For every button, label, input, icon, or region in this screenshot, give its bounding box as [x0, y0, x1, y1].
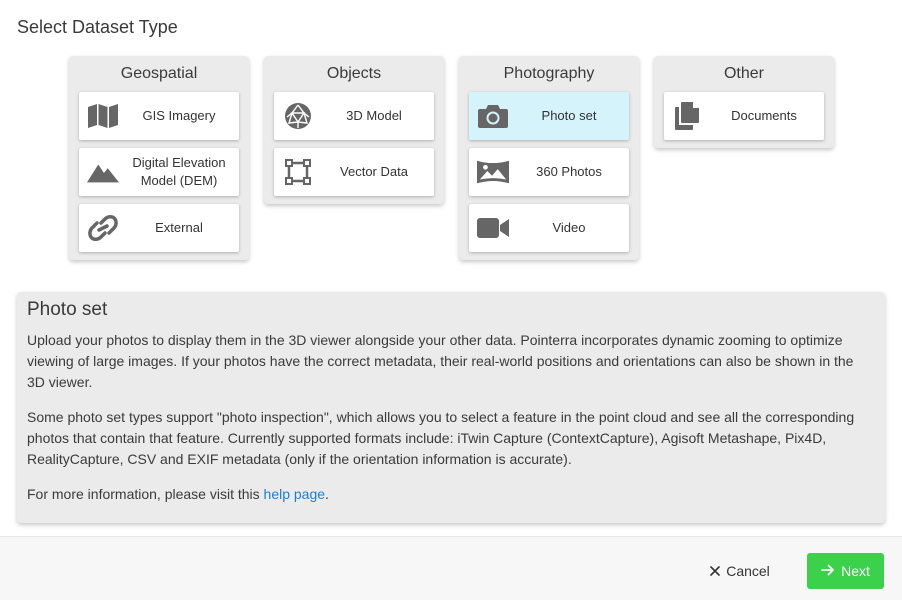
tile-label: Video — [552, 220, 586, 235]
map-icon — [87, 101, 119, 131]
tile-label: Digital Elevation Model (DEM) — [132, 155, 226, 188]
tile-3d-model[interactable]: 3D Model — [274, 92, 434, 140]
more-info-suffix: . — [325, 486, 329, 502]
tile-label: External — [155, 220, 203, 235]
vector-square-icon — [282, 157, 314, 187]
category-objects: Objects 3D Model Vector Data — [264, 56, 444, 204]
tile-label: Vector Data — [340, 164, 408, 179]
category-photography: Photography Photo set 360 Photos Video — [459, 56, 639, 260]
category-title: Photography — [503, 65, 595, 82]
close-icon — [710, 563, 721, 579]
copy-documents-icon — [672, 101, 704, 131]
mountain-icon — [87, 157, 119, 187]
tile-label: Documents — [731, 108, 797, 123]
category-title: Other — [723, 65, 764, 82]
next-button[interactable]: Next — [807, 553, 884, 589]
tile-photo-set[interactable]: Photo set — [469, 92, 629, 140]
description-paragraph: Some photo set types support "photo insp… — [27, 409, 855, 467]
tile-label: 3D Model — [346, 108, 402, 123]
tile-vector-data[interactable]: Vector Data — [274, 148, 434, 196]
dataset-type-dialog: Select Dataset Type Geospatial GIS Image… — [0, 0, 902, 600]
category-geospatial: Geospatial GIS Imagery Digital Elevation… — [69, 56, 249, 260]
category-title: Geospatial — [120, 65, 198, 82]
dialog-footer: Cancel Next — [0, 536, 902, 600]
tile-video[interactable]: Video — [469, 204, 629, 252]
link-icon — [87, 213, 119, 243]
arrow-right-icon — [821, 563, 835, 579]
cancel-button[interactable]: Cancel — [700, 554, 780, 588]
polyhedron-icon — [282, 101, 314, 131]
tile-label: 360 Photos — [536, 164, 602, 179]
page-title: Select Dataset Type — [17, 17, 178, 37]
category-title: Objects — [326, 65, 382, 82]
dataset-description-panel: Photo set Upload your photos to display … — [17, 292, 885, 523]
help-page-link[interactable]: help page — [264, 486, 326, 502]
camera-icon — [477, 101, 509, 131]
more-info-prefix: For more information, please visit this — [27, 486, 264, 502]
more-info-text: For more information, please visit this … — [27, 484, 875, 505]
tile-label: GIS Imagery — [142, 108, 216, 123]
tile-360-photos[interactable]: 360 Photos — [469, 148, 629, 196]
tile-gis-imagery[interactable]: GIS Imagery — [79, 92, 239, 140]
video-camera-icon — [477, 213, 509, 243]
tile-label: Photo set — [541, 108, 597, 123]
tile-digital-elevation-model[interactable]: Digital Elevation Model (DEM) — [79, 148, 239, 196]
panorama-icon — [477, 157, 509, 187]
tile-documents[interactable]: Documents — [664, 92, 824, 140]
description-paragraph: Upload your photos to display them in th… — [27, 332, 854, 390]
next-label: Next — [841, 563, 870, 579]
tile-external[interactable]: External — [79, 204, 239, 252]
description-title: Photo set — [27, 299, 108, 320]
category-other: Other Documents — [654, 56, 834, 148]
cancel-label: Cancel — [726, 563, 770, 579]
